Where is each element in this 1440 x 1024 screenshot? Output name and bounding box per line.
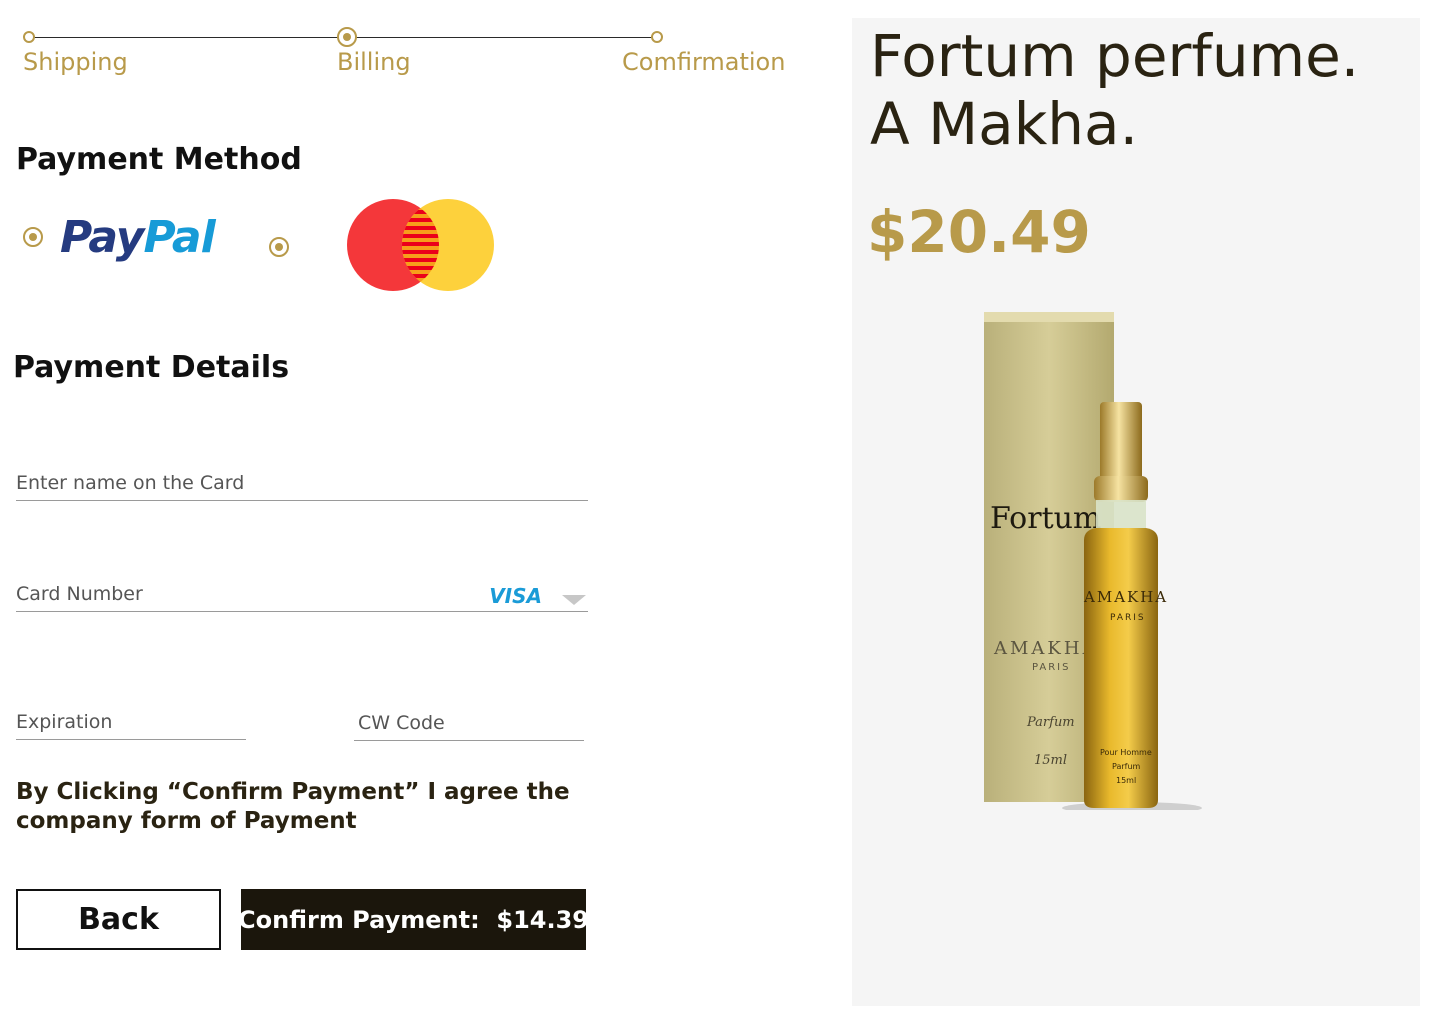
bottle-maker-text: AMAKHA [1083, 588, 1168, 606]
box-brand-text: Fortum [990, 501, 1101, 536]
box-city-text: PARIS [1032, 662, 1070, 673]
product-summary-panel: Fortum perfume. A Makha. $20.49 Fortum A… [852, 18, 1420, 1006]
bottle-collar [1094, 476, 1148, 502]
step-label-confirmation[interactable]: Comfirmation [622, 48, 785, 76]
paypal-logo-pal: Pal [143, 212, 215, 263]
confirm-payment-button[interactable]: Confirm Payment: $14.39 [238, 889, 589, 950]
step-dot-billing [337, 27, 357, 47]
bottle-volume-text: 15ml [1116, 776, 1136, 785]
checkout-stepper: Shipping Billing Comfirmation [0, 0, 800, 90]
bottle-line-text: Pour Homme [1100, 748, 1152, 757]
stepper-line [34, 37, 338, 38]
perfume-box-top [984, 312, 1114, 322]
payment-details-heading: Payment Details [13, 350, 290, 385]
box-volume-text: 15ml [1034, 753, 1067, 768]
step-dot-shipping [23, 31, 35, 43]
card-number-placeholder: Card Number [16, 583, 143, 605]
expiration-placeholder: Expiration [16, 711, 113, 733]
step-dot-confirmation [651, 31, 663, 43]
cvv-placeholder: CW Code [358, 712, 445, 734]
product-title: Fortum perfume. A Makha. [870, 22, 1360, 158]
bottle-city-text: PARIS [1110, 613, 1146, 623]
mastercard-logo[interactable] [347, 198, 497, 292]
expiration-field[interactable]: Expiration [16, 705, 246, 740]
card-name-field[interactable]: Enter name on the Card [16, 466, 588, 501]
box-kind-text: Parfum [1026, 715, 1075, 730]
card-number-field[interactable]: Card Number VISA [16, 576, 588, 612]
perfume-product-image: Fortum AMAKHA PARIS Parfum 15ml AMAKHA P… [984, 312, 1202, 810]
card-name-placeholder: Enter name on the Card [16, 472, 245, 494]
agreement-text: By Clicking “Confirm Payment” I agree th… [16, 779, 570, 834]
payment-method-heading: Payment Method [16, 142, 302, 177]
back-button[interactable]: Back [16, 889, 221, 950]
product-price: $20.49 [867, 198, 1091, 266]
mastercard-radio[interactable] [269, 237, 289, 257]
paypal-radio[interactable] [23, 227, 43, 247]
cvv-field[interactable]: CW Code [354, 708, 584, 741]
box-maker-text: AMAKHA [993, 638, 1099, 659]
bottle-kind-text: Parfum [1112, 762, 1141, 771]
card-brand-dropdown-icon[interactable] [562, 595, 586, 605]
step-label-shipping[interactable]: Shipping [23, 48, 128, 76]
bottle-cap [1100, 402, 1142, 480]
step-label-billing[interactable]: Billing [337, 48, 411, 76]
paypal-logo-pay: Pay [60, 212, 144, 263]
paypal-logo[interactable]: PayPal [60, 212, 216, 263]
visa-icon: VISA [489, 584, 542, 608]
stepper-line [356, 37, 652, 38]
